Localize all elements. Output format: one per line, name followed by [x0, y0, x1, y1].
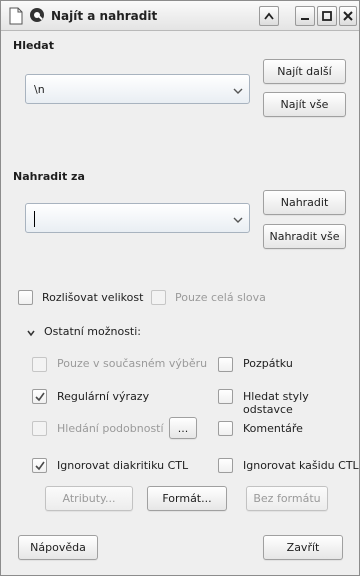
minimize-button[interactable] [295, 6, 315, 26]
search-label: Hledat [13, 39, 54, 52]
help-button[interactable]: Nápověda [18, 535, 98, 560]
replace-all-button[interactable]: Nahradit vše [263, 224, 346, 249]
current-selection-label[interactable]: Pouze v současném výběru [57, 357, 207, 370]
para-styles-label[interactable]: Hledat styly odstavce [243, 390, 359, 416]
comments-label[interactable]: Komentáře [243, 422, 303, 435]
text-cursor [34, 211, 35, 227]
search-value: \n [34, 83, 45, 96]
similarity-settings-button[interactable]: ... [169, 417, 197, 439]
document-icon [9, 7, 27, 25]
attributes-button[interactable]: Atributy... [45, 486, 133, 511]
backwards-label[interactable]: Pozpátku [243, 357, 293, 370]
replace-label: Nahradit za [13, 170, 85, 183]
find-replace-dialog: Najít a nahradit Hledat \n Najít další N… [0, 0, 360, 576]
ignore-kashida-checkbox[interactable] [218, 458, 233, 473]
maximize-icon [322, 11, 332, 21]
minimize-icon [301, 18, 309, 20]
close-window-button[interactable] [339, 6, 357, 26]
close-icon [343, 11, 353, 21]
checkmark-icon [35, 392, 45, 402]
checkmark-icon [35, 461, 45, 471]
replace-combobox[interactable] [25, 203, 250, 233]
expander-chevron-icon[interactable] [27, 327, 35, 340]
format-button[interactable]: Formát... [147, 486, 227, 511]
regex-checkbox[interactable] [32, 389, 47, 404]
regex-label[interactable]: Regulární výrazy [57, 390, 149, 403]
chevron-up-icon [264, 12, 274, 20]
ignore-diacritics-checkbox[interactable] [32, 458, 47, 473]
find-all-button[interactable]: Najít vše [263, 92, 346, 117]
ignore-kashida-label[interactable]: Ignorovat kašidu CTL [243, 459, 359, 472]
window-menu-icon[interactable] [29, 7, 47, 25]
shade-button[interactable] [259, 6, 279, 26]
replace-button[interactable]: Nahradit [263, 190, 346, 215]
similarity-label[interactable]: Hledání podobností [57, 422, 164, 435]
close-button[interactable]: Zavřít [263, 535, 343, 560]
title-bar[interactable]: Najít a nahradit [1, 1, 359, 31]
chevron-down-icon[interactable] [233, 85, 243, 98]
ignore-diacritics-label[interactable]: Ignorovat diakritiku CTL [57, 459, 188, 472]
similarity-checkbox[interactable] [32, 421, 47, 436]
comments-checkbox[interactable] [218, 421, 233, 436]
match-case-label[interactable]: Rozlišovat velikost [42, 291, 143, 304]
chevron-down-icon[interactable] [233, 214, 243, 227]
find-next-button[interactable]: Najít další [263, 59, 346, 84]
window-title: Najít a nahradit [51, 9, 158, 23]
whole-words-checkbox[interactable] [151, 290, 166, 305]
current-selection-checkbox[interactable] [32, 357, 47, 372]
match-case-checkbox[interactable] [18, 290, 33, 305]
no-format-button[interactable]: Bez formátu [246, 486, 328, 511]
whole-words-label[interactable]: Pouze celá slova [175, 291, 266, 304]
para-styles-checkbox[interactable] [218, 389, 233, 404]
search-combobox[interactable]: \n [25, 74, 250, 104]
maximize-button[interactable] [317, 6, 337, 26]
backwards-checkbox[interactable] [218, 357, 233, 372]
other-options-expander[interactable]: Ostatní možnosti: [44, 325, 141, 338]
